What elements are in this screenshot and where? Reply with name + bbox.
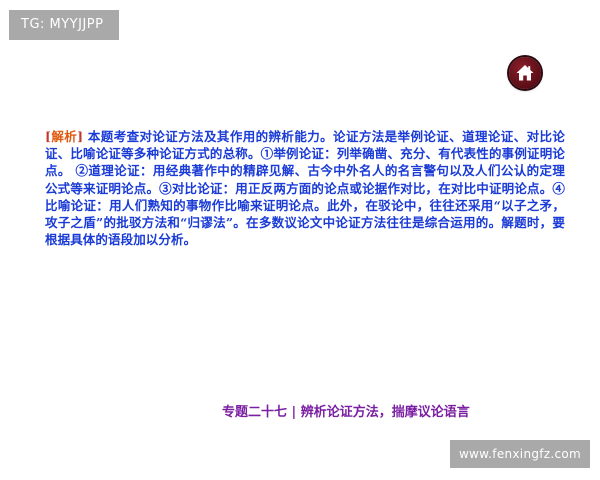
tg-badge: TG: MYYJJPP — [9, 10, 119, 40]
analysis-paragraph: [解析] 本题考查对论证方法及其作用的辨析能力。论证方法是举例论证、道理论证、对… — [45, 128, 565, 248]
topic-title: 专题二十七 | 辨析论证方法，揣摩议论语言 — [222, 405, 470, 420]
home-icon — [516, 65, 534, 81]
analysis-tag-label: 解析 — [51, 129, 78, 144]
home-button[interactable] — [509, 57, 541, 89]
site-watermark: www.fenxingfz.com — [450, 440, 590, 468]
analysis-body: 本题考查对论证方法及其作用的辨析能力。论证方法是举例论证、道理论证、对比论证、比… — [45, 129, 565, 248]
